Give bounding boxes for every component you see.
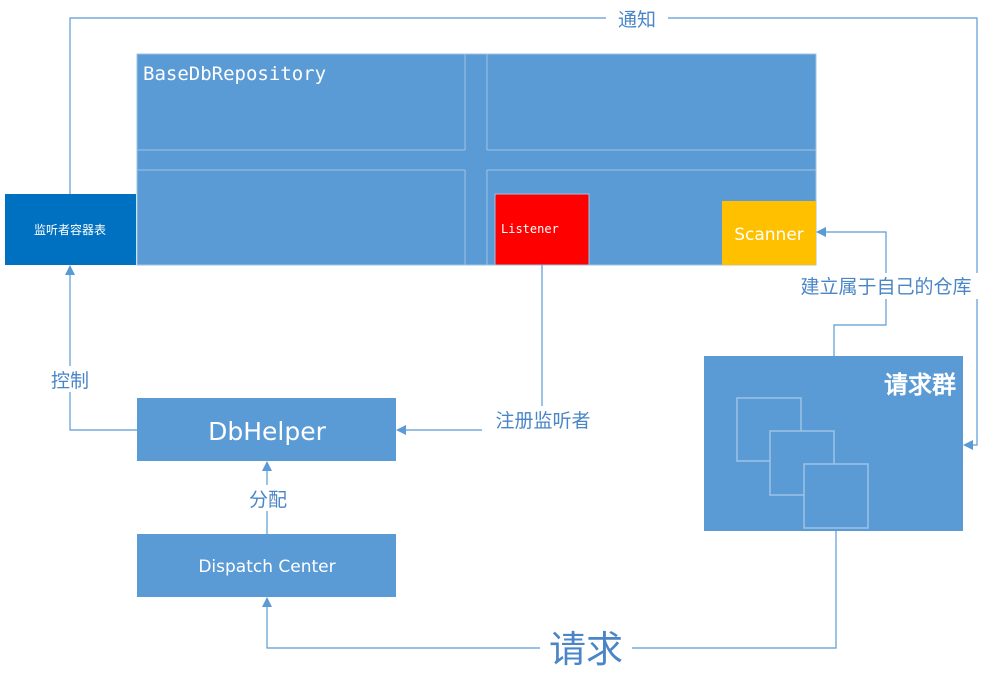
- edge-register-listener: 注册监听者: [396, 265, 604, 435]
- db-helper-block: DbHelper: [137, 398, 396, 461]
- edge-control-label: 控制: [51, 370, 89, 392]
- edge-register-listener-label: 注册监听者: [495, 410, 590, 432]
- requests-group-label: 请求群: [884, 371, 956, 399]
- listener-table-block: 监听者容器表: [5, 194, 136, 265]
- scanner-label: Scanner: [734, 225, 804, 245]
- requests-group-block: 请求群: [704, 356, 963, 531]
- edge-request-label: 请求: [549, 628, 623, 671]
- scanner-block: Scanner: [722, 201, 816, 265]
- dispatch-center-block: Dispatch Center: [137, 534, 396, 597]
- base-db-repository: BaseDbRepository: [136, 53, 817, 266]
- listener-table-label: 监听者容器表: [34, 222, 106, 237]
- listener-label: Listener: [501, 222, 559, 236]
- repository-title: BaseDbRepository: [143, 63, 326, 85]
- edge-distribute: 分配: [241, 461, 295, 534]
- listener-block: Listener: [494, 193, 590, 266]
- db-helper-label: DbHelper: [208, 417, 326, 446]
- architecture-diagram: BaseDbRepository 监听者容器表 Listener Scanner…: [0, 0, 994, 688]
- request-item: [803, 463, 869, 529]
- edge-control: 控制: [44, 265, 137, 431]
- edge-build-own-repo-label: 建立属于自己的仓库: [800, 276, 971, 298]
- diagram-svg: BaseDbRepository 监听者容器表 Listener Scanner…: [5, 6, 986, 671]
- edge-distribute-label: 分配: [249, 489, 287, 511]
- edge-notify-label: 通知: [618, 9, 656, 31]
- dispatch-center-label: Dispatch Center: [198, 557, 335, 577]
